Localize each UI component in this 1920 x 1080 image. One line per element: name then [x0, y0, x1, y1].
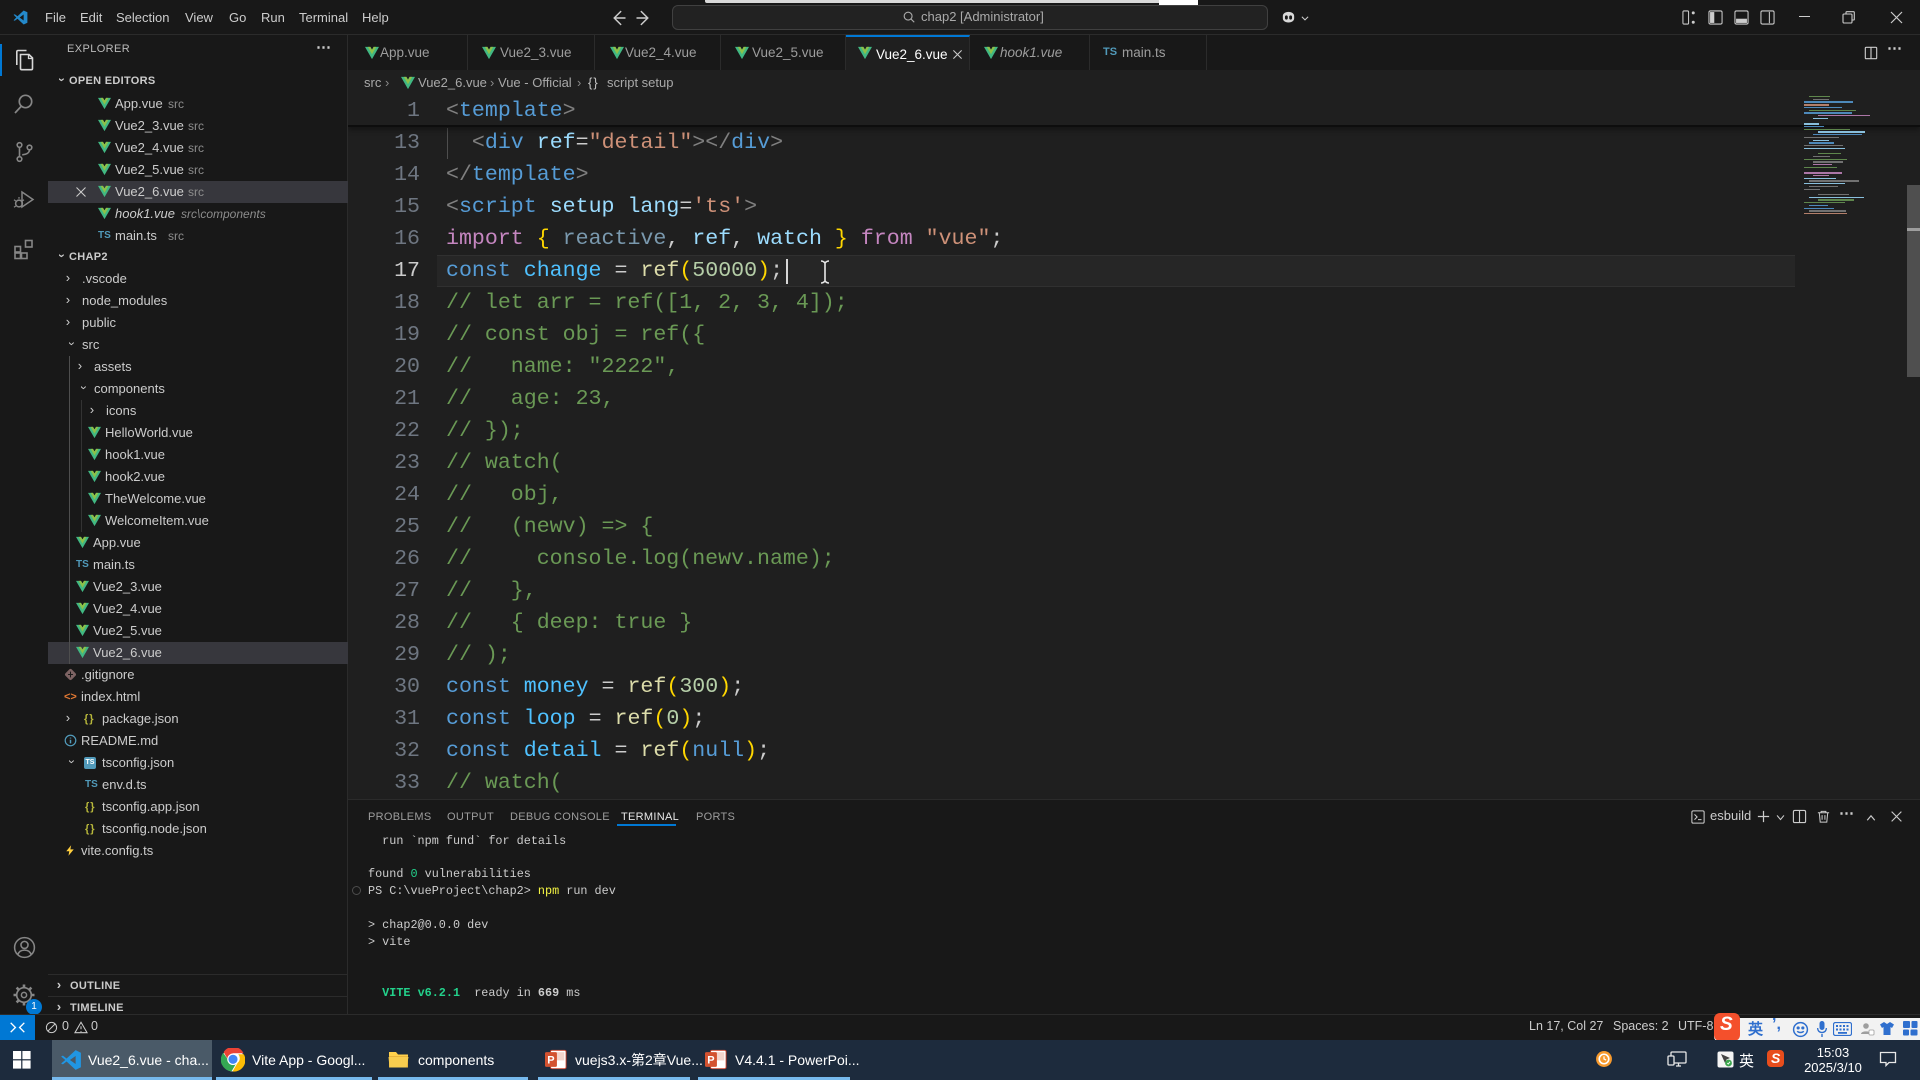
svg-text:P: P: [547, 1055, 554, 1067]
svg-text:P: P: [707, 1055, 714, 1067]
